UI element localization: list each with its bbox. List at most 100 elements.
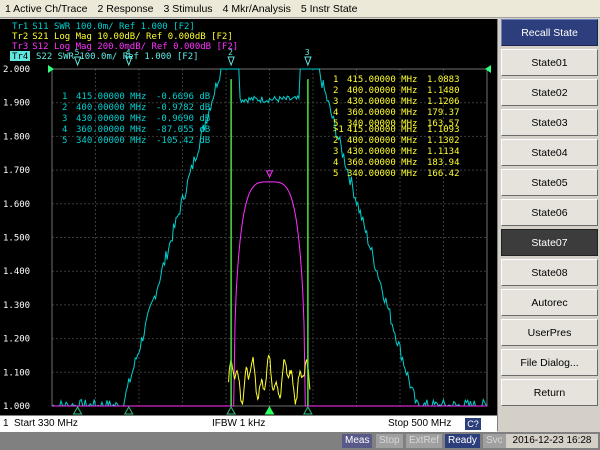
- y-tick-label: 1.800: [3, 132, 30, 142]
- menu-active-ch-trace[interactable]: 1 Active Ch/Trace: [0, 0, 92, 18]
- softkey-file-dialog[interactable]: File Dialog...: [501, 349, 598, 376]
- menu-stimulus[interactable]: 3 Stimulus: [159, 0, 218, 18]
- y-tick-label: 1.300: [3, 301, 30, 311]
- marker-row-right-a-freq: 415.00000 MHz: [347, 75, 417, 85]
- marker-row-left-value: -0.9782 dB: [156, 103, 210, 113]
- marker-number: 5: [75, 48, 80, 57]
- marker-row-right-b-value: 183.94: [427, 158, 460, 168]
- marker-row-left-num: 3: [62, 114, 67, 124]
- marker-row-right-a-num: 1: [333, 75, 338, 85]
- softkey-userpres[interactable]: UserPres: [501, 319, 598, 346]
- status-svc: Svc: [483, 434, 506, 448]
- marker-row-right-b-num: 3: [333, 147, 338, 157]
- marker-row-right-a-freq: 360.00000 MHz: [347, 108, 417, 118]
- marker-row-left-freq: 430.00000 MHz: [76, 114, 146, 124]
- status-ready: Ready: [445, 434, 480, 448]
- marker-triangle-icon: [304, 56, 312, 67]
- softkey-state02[interactable]: State02: [501, 79, 598, 106]
- marker-row-left-value: -105.42 dB: [156, 136, 210, 146]
- stimulus-marker-icon: [264, 405, 275, 415]
- softkey-state03[interactable]: State03: [501, 109, 598, 136]
- channel-number[interactable]: 1: [3, 418, 9, 429]
- measurement-plot-area[interactable]: Tr1 S11 SWR 100.0m/ Ref 1.000 [F2] Tr2 S21…: [0, 19, 497, 415]
- marker-row-right-a-freq: 400.00000 MHz: [347, 86, 417, 96]
- trace-2-label[interactable]: Tr2 S21 Log Mag 10.00dB/ Ref 0.000dB [F2]: [12, 32, 233, 42]
- trace-4-id[interactable]: Tr4: [12, 52, 28, 62]
- menu-instr-state[interactable]: 5 Instr State: [296, 0, 363, 18]
- channel-status-badge: C?: [465, 418, 481, 430]
- marker-row-right-b-num: 4: [333, 158, 338, 168]
- marker-row-right-b-num: 2: [333, 136, 338, 146]
- softkey-state07[interactable]: State07: [501, 229, 598, 256]
- softkey-state06[interactable]: State06: [501, 199, 598, 226]
- marker-row-right-b-value: 166.42: [427, 169, 460, 179]
- stimulus-marker-icon: [123, 405, 134, 415]
- status-meas: Meas: [342, 434, 373, 448]
- softkey-title-recall-state[interactable]: Recall State: [501, 19, 598, 46]
- start-frequency[interactable]: Start 330 MHz: [14, 418, 78, 429]
- trace-plot: Tr1 S11 SWR 100.0m/ Ref 1.000 [F2] Tr2 S21…: [3, 22, 491, 415]
- marker-number: 2: [228, 48, 233, 57]
- marker-row-right-b-value: 1.1302: [427, 136, 460, 146]
- y-tick-label: 1.200: [3, 335, 30, 345]
- softkey-state08[interactable]: State08: [501, 259, 598, 286]
- marker-row-left-num: 5: [62, 136, 67, 146]
- status-bar: Meas Stop ExtRef Ready Svc 2016-12-23 16…: [0, 432, 600, 450]
- marker-row-right-b-value: 1.1093: [427, 125, 460, 135]
- marker-row-left-freq: 360.00000 MHz: [76, 125, 146, 135]
- marker-number: 3: [305, 48, 310, 57]
- y-tick-label: 1.500: [3, 234, 30, 244]
- marker-row-right-b-num: 5: [333, 169, 338, 179]
- marker-row-right-b-freq: 415.00000 MHz: [347, 125, 417, 135]
- softkey-state05[interactable]: State05: [501, 169, 598, 196]
- marker-row-right-a-num: 4: [333, 108, 338, 118]
- marker-row-left-num: 4: [62, 125, 67, 135]
- marker-triangle-icon: [227, 56, 235, 67]
- trace-4-label[interactable]: S22 SWR 100.0m/ Ref 1.000 [F2]: [36, 52, 199, 62]
- softkey-state04[interactable]: State04: [501, 139, 598, 166]
- softkey-panel: Recall State State01 State02 State03 Sta…: [497, 19, 600, 431]
- marker-tables: 1 415.00000 MHz -0.6696 dB 2 400.00000 MHz -0…: [62, 75, 460, 179]
- y-tick-label: 1.000: [3, 402, 30, 412]
- stop-frequency[interactable]: Stop 500 MHz: [388, 418, 451, 429]
- stimulus-bar: 1 Start 330 MHz IFBW 1 kHz Stop 500 MHz …: [0, 415, 497, 432]
- marker-row-right-b-freq: 430.00000 MHz: [347, 147, 417, 157]
- stimulus-marker-icon: [303, 405, 313, 415]
- marker-row-right-a-value: 179.37: [427, 108, 460, 118]
- marker-row-right-a-value: 1.0883: [427, 75, 460, 85]
- menu-response[interactable]: 2 Response: [92, 0, 158, 18]
- marker-row-left-num: 1: [62, 92, 67, 102]
- status-stop: Stop: [376, 434, 403, 448]
- stimulus-marker-icon: [72, 405, 83, 415]
- marker-row-right-a-freq: 430.00000 MHz: [347, 97, 417, 107]
- status-extref: ExtRef: [406, 434, 443, 448]
- y-tick-label: 2.000: [3, 65, 30, 75]
- menu-mkr-analysis[interactable]: 4 Mkr/Analysis: [218, 0, 296, 18]
- trace-legend: Tr1 S11 SWR 100.0m/ Ref 1.000 [F2] Tr2 S21…: [10, 22, 238, 62]
- marker-row-right-b-freq: 400.00000 MHz: [347, 136, 417, 146]
- y-tick-label: 1.400: [3, 267, 30, 277]
- marker-row-left-value: -0.6696 dB: [156, 92, 210, 102]
- reference-arrow-right-icon: [485, 65, 491, 73]
- menu-bar: 1 Active Ch/Trace 2 Response 3 Stimulus …: [0, 0, 600, 18]
- y-tick-label: 1.900: [3, 99, 30, 109]
- marker-row-right-a-num: 3: [333, 97, 338, 107]
- marker-row-left-freq: 400.00000 MHz: [76, 103, 146, 113]
- marker-row-left-value: -0.9690 dB: [156, 114, 210, 124]
- reference-arrow-left-icon: [48, 65, 54, 73]
- y-tick-label: 1.100: [3, 368, 30, 378]
- softkey-autorec[interactable]: Autorec: [501, 289, 598, 316]
- marker-row-right-b-value: 1.1134: [427, 147, 460, 157]
- ifbw-value[interactable]: IFBW 1 kHz: [212, 418, 265, 429]
- softkey-return[interactable]: Return: [501, 379, 598, 406]
- marker-row-right-b-num: >1: [333, 125, 344, 135]
- marker-row-right-b-freq: 340.00000 MHz: [347, 169, 417, 179]
- trace-1-label[interactable]: Tr1 S11 SWR 100.0m/ Ref 1.000 [F2]: [12, 22, 195, 32]
- marker-row-right-a-value: 1.1480: [427, 86, 460, 96]
- marker-row-left-freq: 340.00000 MHz: [76, 136, 146, 146]
- softkey-state01[interactable]: State01: [501, 49, 598, 76]
- marker-row-right-a-num: 2: [333, 86, 338, 96]
- marker-number: 4: [126, 48, 131, 57]
- y-tick-label: 1.600: [3, 200, 30, 210]
- marker-row-right-a-value: 1.1206: [427, 97, 460, 107]
